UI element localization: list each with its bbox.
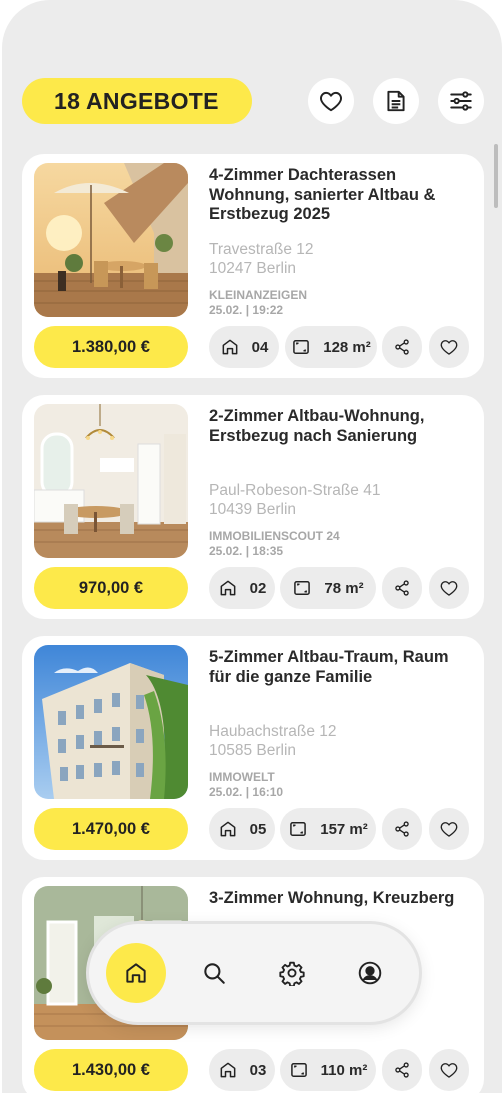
user-icon — [358, 961, 382, 985]
gear-icon — [279, 961, 305, 986]
listing-photo-dining — [34, 404, 188, 558]
share-button[interactable] — [382, 1049, 422, 1091]
listing-price[interactable]: 1.470,00 € — [34, 808, 188, 850]
listing-meta: KLEINANZEIGEN 25.02. | 19:22 — [209, 288, 307, 318]
search-icon — [204, 963, 225, 984]
listing-title: 5-Zimmer Altbau-Traum, Raum für die ganz… — [209, 648, 449, 686]
listing-price[interactable]: 1.380,00 € — [34, 326, 188, 368]
scrollbar-thumb[interactable] — [494, 144, 498, 208]
heart-icon — [440, 581, 458, 596]
listing-price[interactable]: 1.430,00 € — [34, 1049, 188, 1091]
area-value: 128 m² — [323, 338, 371, 356]
listing-date: 25.02. | 19:22 — [209, 303, 284, 317]
listing-card[interactable]: 5-Zimmer Altbau-Traum, Raum für die ganz… — [22, 636, 484, 860]
area-pill: 157 m² — [280, 808, 376, 850]
listing-address: Haubachstraße 12 10585 Berlin — [209, 722, 337, 760]
house-icon — [220, 1062, 236, 1078]
share-icon — [395, 1062, 409, 1078]
listing-photo-building — [34, 645, 188, 799]
heart-icon — [320, 91, 342, 112]
rooms-pill: 03 — [209, 1049, 275, 1091]
nav-settings[interactable] — [262, 943, 322, 1003]
favorite-button[interactable] — [429, 326, 469, 368]
share-icon — [395, 339, 409, 355]
listing-street: Paul-Robeson-Straße 41 — [209, 482, 381, 499]
heart-icon — [440, 822, 458, 837]
share-button[interactable] — [382, 567, 422, 609]
documents-button[interactable] — [373, 78, 419, 124]
area-icon — [293, 340, 310, 354]
nav-profile[interactable] — [340, 943, 400, 1003]
listing-card[interactable]: 4-Zimmer Dachterassen Wohnung, sanierter… — [22, 154, 484, 378]
listing-city: 10585 Berlin — [209, 742, 297, 759]
app-screen: 18 ANGEBOTE 4-Zimmer Dachterassen Wohnun… — [2, 0, 502, 1093]
share-button[interactable] — [382, 808, 422, 850]
listing-date: 25.02. | 18:35 — [209, 544, 284, 558]
favorites-button[interactable] — [308, 78, 354, 124]
listing-source: IMMOWELT — [209, 770, 275, 784]
rooms-value: 02 — [249, 579, 267, 597]
listing-meta: IMMOWELT 25.02. | 16:10 — [209, 770, 283, 800]
rooms-value: 03 — [249, 1061, 267, 1079]
house-icon — [220, 821, 236, 837]
favorite-button[interactable] — [429, 1049, 469, 1091]
rooms-value: 04 — [251, 338, 269, 356]
area-pill: 128 m² — [285, 326, 377, 368]
listing-title: 3-Zimmer Wohnung, Kreuzberg — [209, 889, 455, 907]
listing-street: Travestraße 12 — [209, 241, 314, 258]
rooms-pill: 05 — [209, 808, 275, 850]
listing-source: IMMOBILIENSCOUT 24 — [209, 529, 340, 543]
heart-icon — [440, 340, 458, 355]
area-pill: 78 m² — [280, 567, 376, 609]
listing-address: Paul-Robeson-Straße 41 10439 Berlin — [209, 481, 380, 519]
house-icon — [222, 339, 238, 355]
listing-date: 25.02. | 16:10 — [209, 785, 284, 799]
house-icon — [220, 580, 236, 596]
nav-home[interactable] — [106, 943, 166, 1003]
listing-city: 10439 Berlin — [209, 501, 297, 518]
area-pill: 110 m² — [280, 1049, 376, 1091]
share-icon — [395, 821, 409, 837]
share-icon — [395, 580, 409, 596]
share-button[interactable] — [382, 326, 422, 368]
document-icon — [387, 90, 405, 112]
sliders-icon — [450, 91, 472, 111]
header: 18 ANGEBOTE — [22, 78, 488, 124]
listing-price[interactable]: 970,00 € — [34, 567, 188, 609]
rooms-pill: 02 — [209, 567, 275, 609]
area-value: 78 m² — [324, 579, 364, 597]
listing-title: 4-Zimmer Dachterassen Wohnung, sanierter… — [209, 166, 436, 223]
favorite-button[interactable] — [429, 567, 469, 609]
area-icon — [290, 822, 307, 836]
area-value: 110 m² — [320, 1061, 368, 1079]
filter-button[interactable] — [438, 78, 484, 124]
area-icon — [294, 581, 311, 595]
listing-card[interactable]: 2-Zimmer Altbau-Wohnung, Erstbezug nach … — [22, 395, 484, 619]
listing-meta: IMMOBILIENSCOUT 24 25.02. | 18:35 — [209, 529, 340, 559]
listing-source: KLEINANZEIGEN — [209, 288, 308, 302]
listing-street: Haubachstraße 12 — [209, 723, 337, 740]
bottom-navigation — [89, 924, 419, 1022]
listing-city: 10247 Berlin — [209, 260, 297, 277]
rooms-pill: 04 — [209, 326, 279, 368]
favorite-button[interactable] — [429, 808, 469, 850]
house-icon — [126, 963, 146, 983]
listing-address: Travestraße 12 10247 Berlin — [209, 240, 314, 278]
heart-icon — [440, 1063, 458, 1078]
nav-search[interactable] — [184, 943, 244, 1003]
area-value: 157 m² — [320, 820, 368, 838]
area-icon — [290, 1063, 307, 1077]
listing-title: 2-Zimmer Altbau-Wohnung, Erstbezug nach … — [209, 407, 425, 445]
rooms-value: 05 — [249, 820, 267, 838]
listing-photo-terrace — [34, 163, 188, 317]
offer-count-badge[interactable]: 18 ANGEBOTE — [22, 78, 252, 124]
